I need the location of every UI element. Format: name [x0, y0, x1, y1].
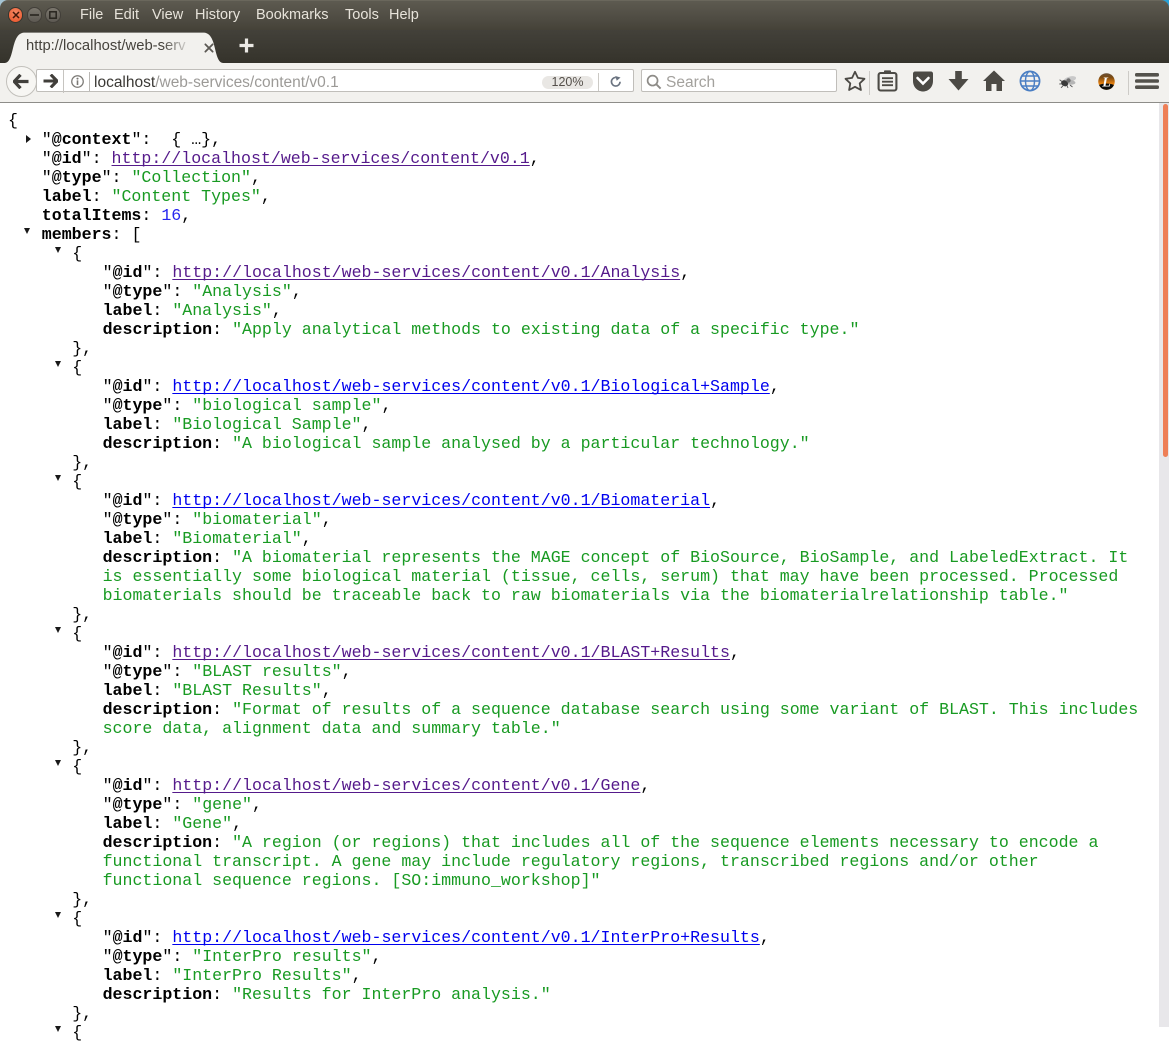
svg-text:L: L: [1101, 75, 1111, 90]
